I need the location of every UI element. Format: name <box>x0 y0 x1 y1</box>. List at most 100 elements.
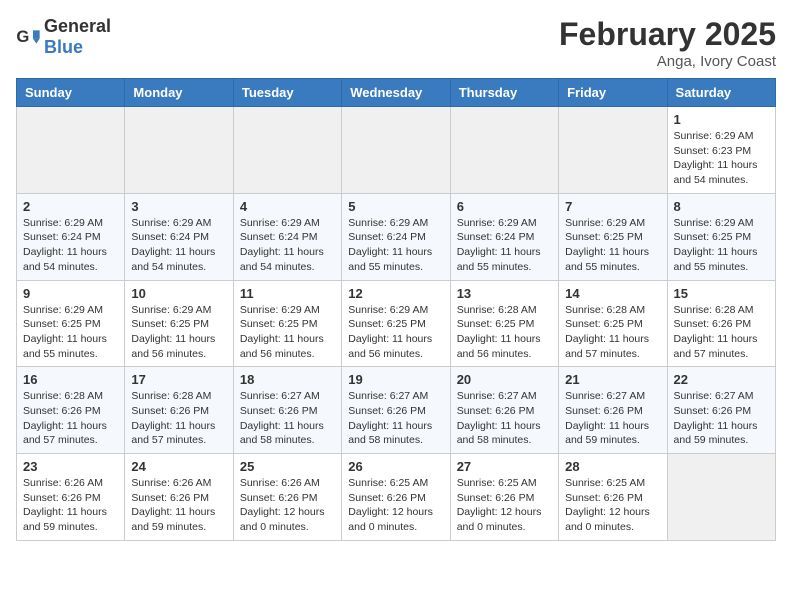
logo-text: General Blue <box>44 16 111 58</box>
calendar-cell: 3 Sunrise: 6:29 AM Sunset: 6:24 PM Daylig… <box>125 193 233 280</box>
calendar-cell <box>342 107 450 194</box>
day-number: 27 <box>457 459 552 474</box>
day-info: Sunrise: 6:29 AM Sunset: 6:25 PM Dayligh… <box>674 216 769 275</box>
day-number: 23 <box>23 459 118 474</box>
calendar-cell: 21 Sunrise: 6:27 AM Sunset: 6:26 PM Dayli… <box>559 367 667 454</box>
weekday-header: Thursday <box>450 79 558 107</box>
logo-blue: Blue <box>44 37 83 57</box>
weekday-header: Sunday <box>17 79 125 107</box>
day-info: Sunrise: 6:26 AM Sunset: 6:26 PM Dayligh… <box>131 476 226 535</box>
day-info: Sunrise: 6:29 AM Sunset: 6:24 PM Dayligh… <box>457 216 552 275</box>
calendar-cell: 15 Sunrise: 6:28 AM Sunset: 6:26 PM Dayli… <box>667 280 775 367</box>
day-number: 1 <box>674 112 769 127</box>
weekday-header: Friday <box>559 79 667 107</box>
calendar-cell: 6 Sunrise: 6:29 AM Sunset: 6:24 PM Daylig… <box>450 193 558 280</box>
calendar-week-row: 1 Sunrise: 6:29 AM Sunset: 6:23 PM Daylig… <box>17 107 776 194</box>
calendar-week-row: 23 Sunrise: 6:26 AM Sunset: 6:26 PM Dayli… <box>17 454 776 541</box>
svg-text:G: G <box>16 27 29 46</box>
day-info: Sunrise: 6:28 AM Sunset: 6:25 PM Dayligh… <box>457 303 552 362</box>
day-info: Sunrise: 6:29 AM Sunset: 6:24 PM Dayligh… <box>23 216 118 275</box>
calendar-cell: 22Sunrise: 6:27 AM Sunset: 6:26 PM Dayli… <box>667 367 775 454</box>
calendar-cell: 14 Sunrise: 6:28 AM Sunset: 6:25 PM Dayli… <box>559 280 667 367</box>
day-number: 7 <box>565 199 660 214</box>
day-number: 3 <box>131 199 226 214</box>
calendar-cell: 9 Sunrise: 6:29 AM Sunset: 6:25 PM Daylig… <box>17 280 125 367</box>
day-info: Sunrise: 6:27 AM Sunset: 6:26 PM Dayligh… <box>240 389 335 448</box>
day-info: Sunrise: 6:25 AM Sunset: 6:26 PM Dayligh… <box>348 476 443 535</box>
day-number: 11 <box>240 286 335 301</box>
day-number: 24 <box>131 459 226 474</box>
calendar-cell <box>450 107 558 194</box>
day-number: 20 <box>457 372 552 387</box>
calendar-cell: 20 Sunrise: 6:27 AM Sunset: 6:26 PM Dayli… <box>450 367 558 454</box>
day-number: 14 <box>565 286 660 301</box>
day-number: 17 <box>131 372 226 387</box>
day-number: 25 <box>240 459 335 474</box>
calendar-cell <box>233 107 341 194</box>
calendar-cell: 17 Sunrise: 6:28 AM Sunset: 6:26 PM Dayli… <box>125 367 233 454</box>
day-number: 6 <box>457 199 552 214</box>
day-info: Sunrise: 6:25 AM Sunset: 6:26 PM Dayligh… <box>565 476 660 535</box>
calendar-week-row: 2 Sunrise: 6:29 AM Sunset: 6:24 PM Daylig… <box>17 193 776 280</box>
calendar-week-row: 16 Sunrise: 6:28 AM Sunset: 6:26 PM Dayli… <box>17 367 776 454</box>
calendar-cell <box>559 107 667 194</box>
day-number: 19 <box>348 372 443 387</box>
title-area: February 2025 Anga, Ivory Coast <box>559 16 776 70</box>
page-header: G General Blue February 2025 Anga, Ivory… <box>16 16 776 70</box>
day-info: Sunrise: 6:25 AM Sunset: 6:26 PM Dayligh… <box>457 476 552 535</box>
calendar-cell: 24 Sunrise: 6:26 AM Sunset: 6:26 PM Dayli… <box>125 454 233 541</box>
day-info: Sunrise: 6:29 AM Sunset: 6:24 PM Dayligh… <box>131 216 226 275</box>
calendar-cell <box>125 107 233 194</box>
day-number: 18 <box>240 372 335 387</box>
month-title: February 2025 <box>559 16 776 53</box>
day-info: Sunrise: 6:29 AM Sunset: 6:25 PM Dayligh… <box>565 216 660 275</box>
day-number: 16 <box>23 372 118 387</box>
day-number: 28 <box>565 459 660 474</box>
day-number: 5 <box>348 199 443 214</box>
day-info: Sunrise: 6:27 AM Sunset: 6:26 PM Dayligh… <box>348 389 443 448</box>
calendar-cell: 8Sunrise: 6:29 AM Sunset: 6:25 PM Daylig… <box>667 193 775 280</box>
day-info: Sunrise: 6:28 AM Sunset: 6:26 PM Dayligh… <box>674 303 769 362</box>
day-info: Sunrise: 6:26 AM Sunset: 6:26 PM Dayligh… <box>23 476 118 535</box>
day-number: 15 <box>674 286 769 301</box>
day-number: 2 <box>23 199 118 214</box>
day-info: Sunrise: 6:29 AM Sunset: 6:25 PM Dayligh… <box>240 303 335 362</box>
calendar-cell: 26 Sunrise: 6:25 AM Sunset: 6:26 PM Dayli… <box>342 454 450 541</box>
calendar-cell: 7 Sunrise: 6:29 AM Sunset: 6:25 PM Daylig… <box>559 193 667 280</box>
day-info: Sunrise: 6:27 AM Sunset: 6:26 PM Dayligh… <box>457 389 552 448</box>
day-info: Sunrise: 6:27 AM Sunset: 6:26 PM Dayligh… <box>565 389 660 448</box>
calendar-cell: 10 Sunrise: 6:29 AM Sunset: 6:25 PM Dayli… <box>125 280 233 367</box>
calendar-body: 1 Sunrise: 6:29 AM Sunset: 6:23 PM Daylig… <box>17 107 776 541</box>
calendar-cell: 19 Sunrise: 6:27 AM Sunset: 6:26 PM Dayli… <box>342 367 450 454</box>
logo-icon: G <box>16 27 40 47</box>
day-info: Sunrise: 6:29 AM Sunset: 6:23 PM Dayligh… <box>674 129 769 188</box>
day-number: 12 <box>348 286 443 301</box>
day-info: Sunrise: 6:29 AM Sunset: 6:24 PM Dayligh… <box>240 216 335 275</box>
day-number: 10 <box>131 286 226 301</box>
weekday-header: Saturday <box>667 79 775 107</box>
weekday-header: Wednesday <box>342 79 450 107</box>
day-number: 26 <box>348 459 443 474</box>
location-title: Anga, Ivory Coast <box>559 53 776 70</box>
calendar-cell: 12Sunrise: 6:29 AM Sunset: 6:25 PM Dayli… <box>342 280 450 367</box>
calendar-cell: 5 Sunrise: 6:29 AM Sunset: 6:24 PM Daylig… <box>342 193 450 280</box>
day-info: Sunrise: 6:29 AM Sunset: 6:25 PM Dayligh… <box>23 303 118 362</box>
calendar-cell <box>17 107 125 194</box>
day-number: 22 <box>674 372 769 387</box>
calendar-cell: 16Sunrise: 6:28 AM Sunset: 6:26 PM Dayli… <box>17 367 125 454</box>
day-info: Sunrise: 6:29 AM Sunset: 6:24 PM Dayligh… <box>348 216 443 275</box>
calendar-cell: 28 Sunrise: 6:25 AM Sunset: 6:26 PM Dayli… <box>559 454 667 541</box>
calendar-header: SundayMondayTuesdayWednesdayThursdayFrid… <box>17 79 776 107</box>
day-info: Sunrise: 6:28 AM Sunset: 6:26 PM Dayligh… <box>131 389 226 448</box>
calendar-cell: 4Sunrise: 6:29 AM Sunset: 6:24 PM Daylig… <box>233 193 341 280</box>
day-info: Sunrise: 6:29 AM Sunset: 6:25 PM Dayligh… <box>131 303 226 362</box>
day-number: 9 <box>23 286 118 301</box>
calendar-table: SundayMondayTuesdayWednesdayThursdayFrid… <box>16 78 776 541</box>
day-number: 21 <box>565 372 660 387</box>
day-info: Sunrise: 6:28 AM Sunset: 6:25 PM Dayligh… <box>565 303 660 362</box>
logo-general: General <box>44 16 111 36</box>
calendar-cell: 2 Sunrise: 6:29 AM Sunset: 6:24 PM Daylig… <box>17 193 125 280</box>
day-info: Sunrise: 6:26 AM Sunset: 6:26 PM Dayligh… <box>240 476 335 535</box>
logo: G General Blue <box>16 16 111 58</box>
calendar-cell: 13Sunrise: 6:28 AM Sunset: 6:25 PM Dayli… <box>450 280 558 367</box>
